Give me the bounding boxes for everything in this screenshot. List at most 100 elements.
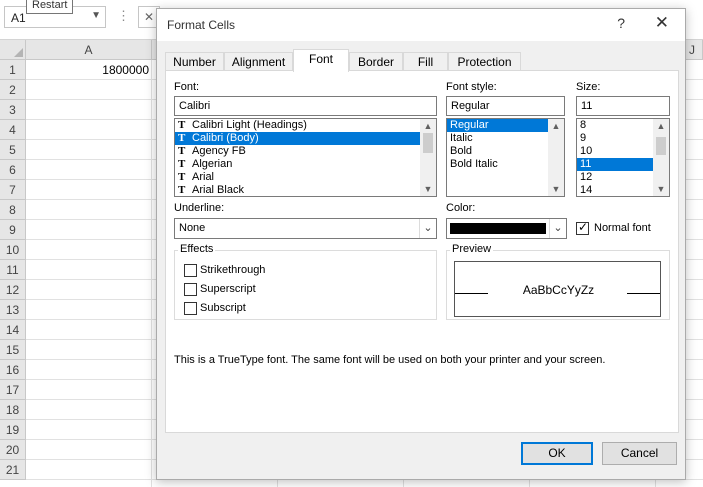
- color-label: Color:: [446, 202, 476, 214]
- row-header[interactable]: 1: [0, 60, 26, 80]
- row-header[interactable]: 2: [0, 80, 26, 100]
- ok-button[interactable]: OK: [521, 442, 593, 465]
- truetype-icon: T: [178, 145, 186, 157]
- list-item[interactable]: T Calibri Light (Headings): [175, 119, 436, 132]
- cell-a1[interactable]: 1800000: [26, 60, 152, 80]
- row-header[interactable]: 8: [0, 200, 26, 220]
- row-header[interactable]: 17: [0, 380, 26, 400]
- tab-protection[interactable]: Protection: [448, 52, 521, 71]
- row-header[interactable]: 10: [0, 240, 26, 260]
- more-dots-icon: ⋮: [117, 8, 131, 23]
- list-item-label: 11: [580, 158, 592, 170]
- format-cells-dialog: Format Cells ? ✕ Number Alignment Font B…: [156, 8, 686, 480]
- list-item-label: 14: [580, 184, 593, 196]
- chevron-down-icon[interactable]: ⌄: [549, 219, 566, 238]
- row-header[interactable]: 4: [0, 120, 26, 140]
- row-header[interactable]: 16: [0, 360, 26, 380]
- list-item-label: 12: [580, 171, 593, 183]
- color-swatch: [450, 223, 546, 234]
- scroll-down-icon[interactable]: ▼: [420, 182, 436, 196]
- size-list[interactable]: 8 9 10 11 12 14 ▲ ▼: [576, 118, 670, 197]
- superscript-label[interactable]: Superscript: [200, 283, 256, 295]
- truetype-icon: T: [178, 184, 186, 196]
- list-item[interactable]: T Arial Black: [175, 184, 436, 196]
- row-header[interactable]: 9: [0, 220, 26, 240]
- list-item-label: 8: [580, 119, 587, 131]
- select-all-corner[interactable]: [0, 40, 26, 60]
- list-item[interactable]: Regular: [447, 119, 564, 132]
- dialog-titlebar: Format Cells ? ✕: [157, 9, 685, 41]
- close-button[interactable]: ✕: [655, 13, 669, 33]
- strikethrough-label[interactable]: Strikethrough: [200, 264, 265, 276]
- help-button[interactable]: ?: [617, 15, 625, 31]
- row-header[interactable]: 7: [0, 180, 26, 200]
- row-header[interactable]: 14: [0, 320, 26, 340]
- scroll-up-icon[interactable]: ▲: [548, 119, 564, 133]
- subscript-label[interactable]: Subscript: [200, 302, 246, 314]
- tab-number[interactable]: Number: [165, 52, 224, 71]
- list-item[interactable]: Bold: [447, 145, 564, 158]
- size-list-scrollbar[interactable]: ▲ ▼: [653, 119, 669, 196]
- scroll-thumb[interactable]: [423, 133, 433, 153]
- row-header[interactable]: 20: [0, 440, 26, 460]
- row-header[interactable]: 21: [0, 460, 26, 480]
- row-header[interactable]: 6: [0, 160, 26, 180]
- preview-label: Preview: [450, 243, 494, 255]
- font-style-input[interactable]: Regular: [446, 96, 565, 116]
- scroll-down-icon[interactable]: ▼: [653, 182, 669, 196]
- normal-font-checkbox[interactable]: [576, 220, 589, 235]
- superscript-checkbox[interactable]: [184, 283, 197, 296]
- font-list-scrollbar[interactable]: ▲ ▼: [420, 119, 436, 196]
- row-header[interactable]: 19: [0, 420, 26, 440]
- scroll-up-icon[interactable]: ▲: [653, 119, 669, 133]
- truetype-info: This is a TrueType font. The same font w…: [174, 354, 606, 366]
- effects-label: Effects: [178, 243, 216, 255]
- column-header-a[interactable]: A: [26, 40, 152, 60]
- strikethrough-checkbox[interactable]: [184, 264, 197, 277]
- row-header[interactable]: 15: [0, 340, 26, 360]
- list-item[interactable]: T Algerian: [175, 158, 436, 171]
- list-item-label: Italic: [450, 132, 473, 144]
- tab-fill[interactable]: Fill: [403, 52, 448, 71]
- preview-box: AaBbCcYyZz: [454, 261, 661, 317]
- size-input[interactable]: 11: [576, 96, 670, 116]
- tab-font[interactable]: Font: [293, 49, 349, 72]
- row-header[interactable]: 12: [0, 280, 26, 300]
- preview-text: AaBbCcYyZz: [522, 283, 595, 297]
- font-list[interactable]: T Calibri Light (Headings) T Calibri (Body)…: [174, 118, 437, 197]
- subscript-checkbox[interactable]: [184, 302, 197, 315]
- list-item-label: Regular: [450, 119, 489, 131]
- chevron-down-icon[interactable]: ▼: [91, 10, 101, 21]
- scroll-down-icon[interactable]: ▼: [548, 182, 564, 196]
- scroll-up-icon[interactable]: ▲: [420, 119, 436, 133]
- list-item[interactable]: T Agency FB: [175, 145, 436, 158]
- list-item[interactable]: T Calibri (Body): [175, 132, 436, 145]
- color-dropdown[interactable]: ⌄: [446, 218, 567, 239]
- font-input[interactable]: Calibri: [174, 96, 437, 116]
- restart-tooltip: Restart: [26, 0, 74, 14]
- list-item[interactable]: Bold Italic: [447, 158, 564, 171]
- tab-alignment[interactable]: Alignment: [224, 52, 293, 71]
- chevron-down-icon[interactable]: ⌄: [419, 219, 436, 238]
- style-list-scrollbar[interactable]: ▲ ▼: [548, 119, 564, 196]
- list-item-label: Arial Black: [192, 184, 244, 196]
- cancel-button[interactable]: Cancel: [602, 442, 677, 465]
- row-header[interactable]: 11: [0, 260, 26, 280]
- underline-dropdown[interactable]: None ⌄: [174, 218, 437, 239]
- row-header[interactable]: 3: [0, 100, 26, 120]
- preview-baseline-right: [627, 293, 660, 294]
- row-header[interactable]: 5: [0, 140, 26, 160]
- truetype-icon: T: [178, 171, 186, 183]
- normal-font-label[interactable]: Normal font: [594, 222, 651, 234]
- list-item-label: Calibri (Body): [192, 132, 259, 144]
- font-style-list[interactable]: Regular Italic Bold Bold Italic ▲ ▼: [446, 118, 565, 197]
- scroll-thumb[interactable]: [656, 137, 666, 155]
- truetype-icon: T: [178, 132, 186, 144]
- tab-border[interactable]: Border: [349, 52, 403, 71]
- list-item[interactable]: Italic: [447, 132, 564, 145]
- row-header[interactable]: 13: [0, 300, 26, 320]
- row-header[interactable]: 18: [0, 400, 26, 420]
- list-item-label: Bold: [450, 145, 473, 157]
- list-item[interactable]: T Arial: [175, 171, 436, 184]
- truetype-icon: T: [178, 119, 186, 131]
